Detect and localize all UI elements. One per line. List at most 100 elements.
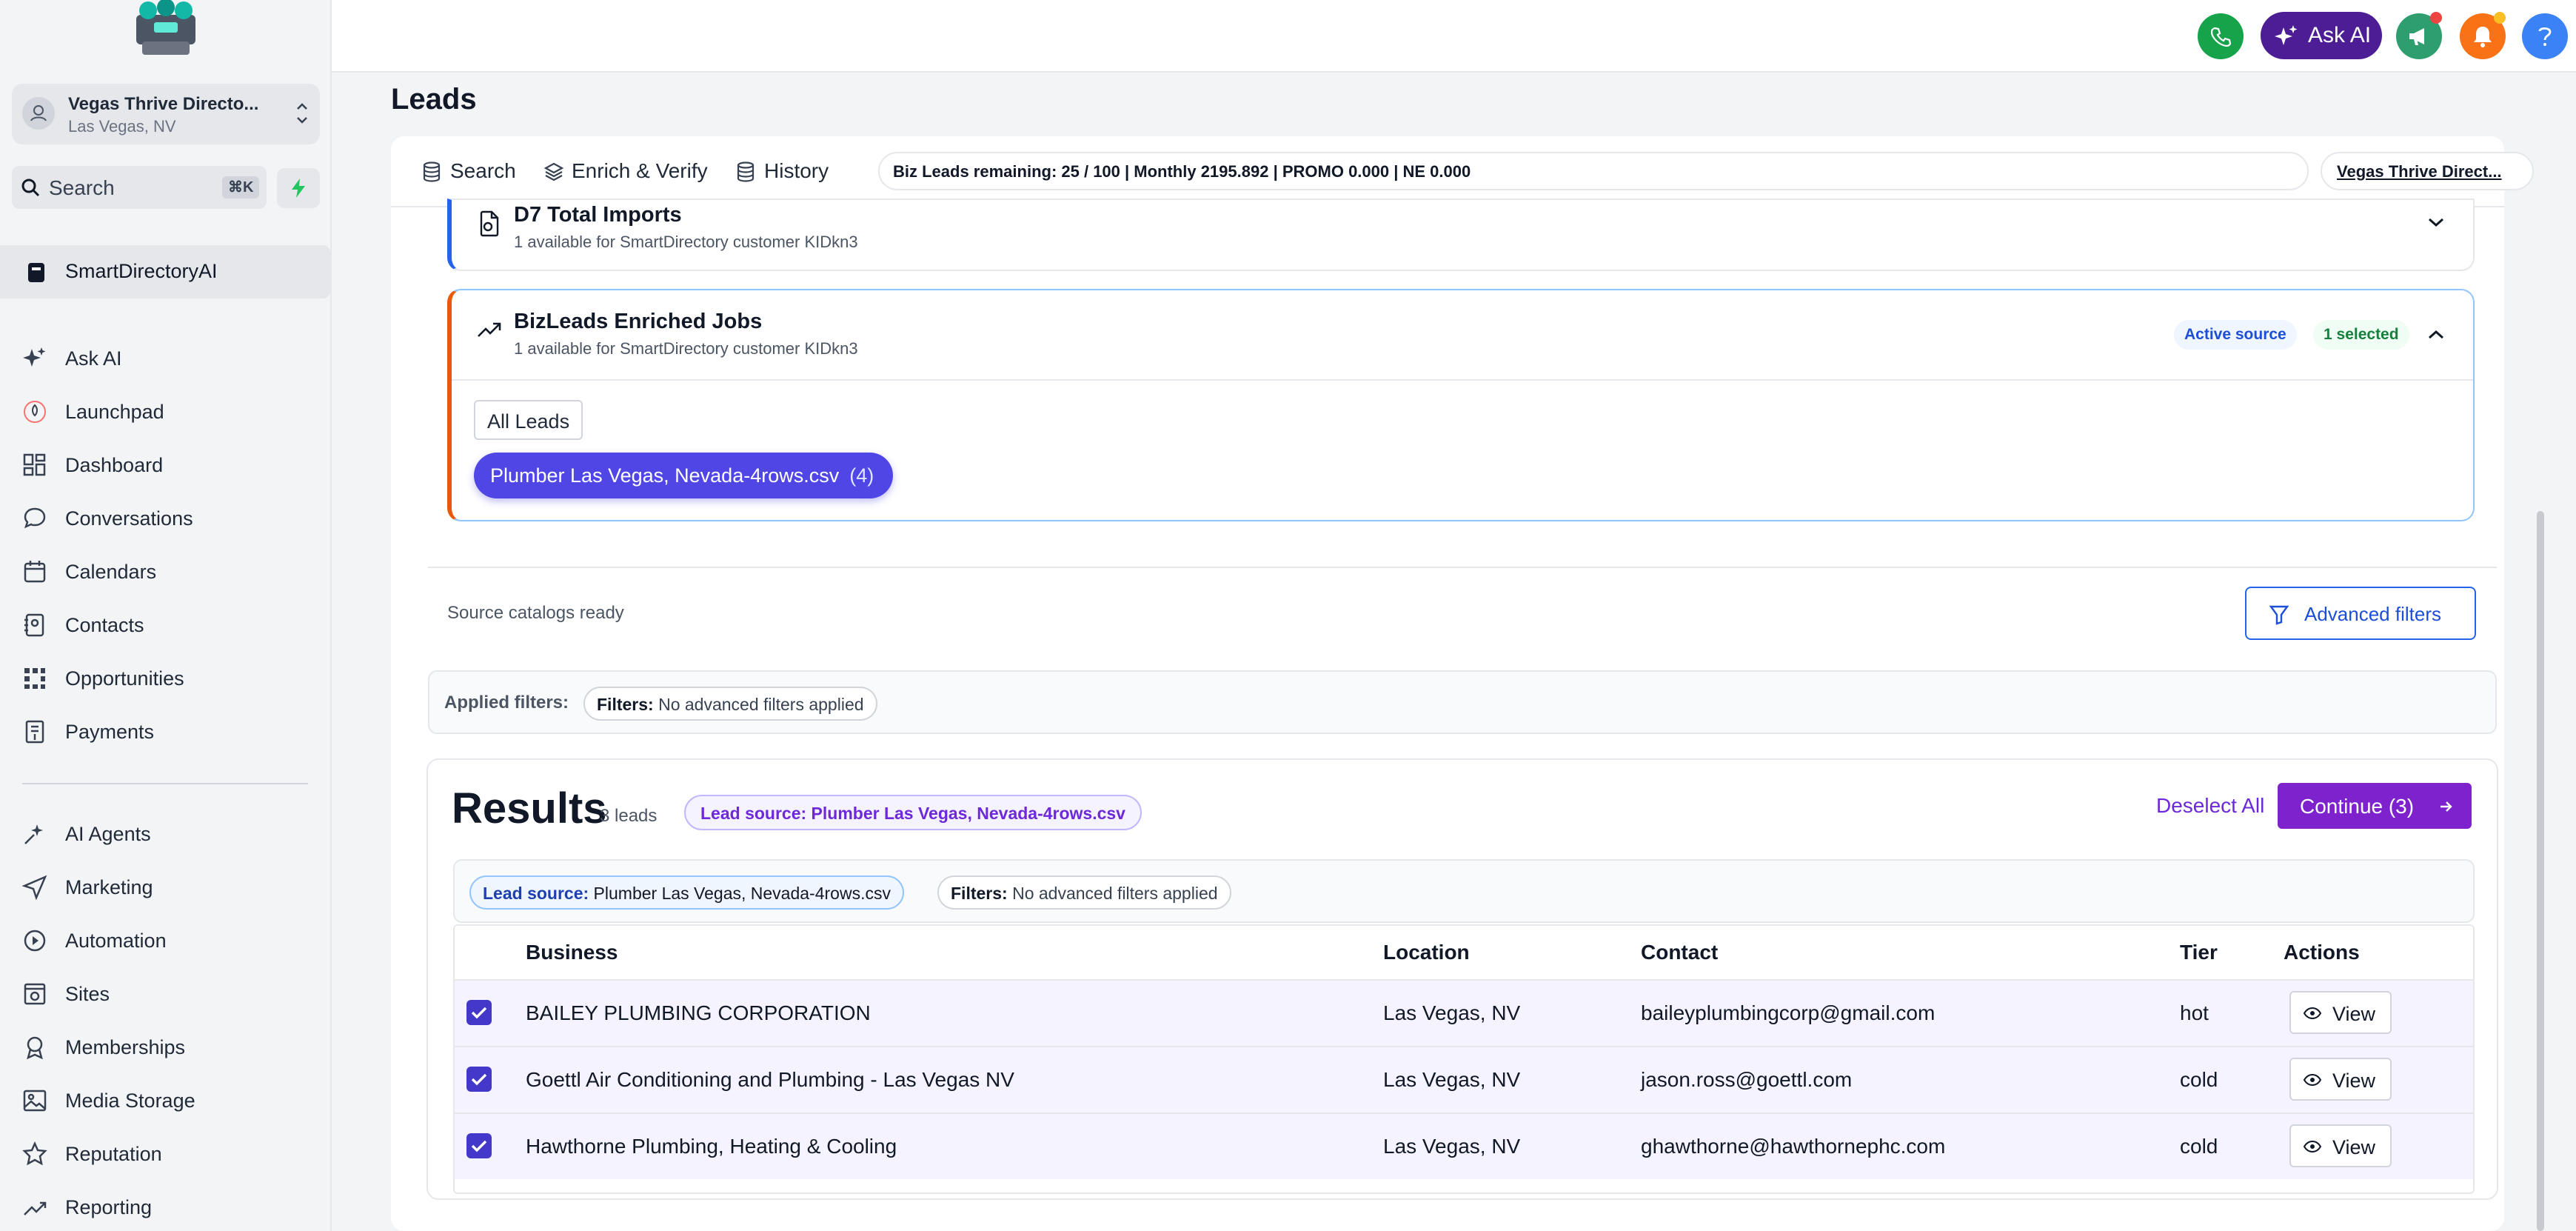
source-card-d7[interactable]: D7 Total Imports 1 available for SmartDi… <box>447 199 2475 271</box>
results-panel: Results 3 leads Lead source: Plumber Las… <box>426 758 2498 1200</box>
catalog-status: Source catalogs ready <box>447 603 624 623</box>
source-subtitle: 1 available for SmartDirectory customer … <box>514 339 858 358</box>
column-header-tier[interactable]: Tier <box>2180 941 2218 964</box>
active-source-badge: Active source <box>2174 320 2297 350</box>
filters-chip: Filters: No advanced filters applied <box>937 875 1231 910</box>
source-card-header[interactable]: BizLeads Enriched Jobs 1 available for S… <box>452 290 2473 381</box>
account-link[interactable]: Vegas Thrive Direct... <box>2321 152 2534 190</box>
notifications-button[interactable] <box>2460 12 2506 59</box>
all-leads-button[interactable]: All Leads <box>474 400 583 440</box>
view-button[interactable]: View <box>2289 1058 2392 1101</box>
advanced-filters-label: Advanced filters <box>2304 603 2441 625</box>
continue-button[interactable]: Continue (3) <box>2278 783 2472 829</box>
quick-action-button[interactable] <box>277 168 320 208</box>
table-row: BAILEY PLUMBING CORPORATION Las Vegas, N… <box>455 979 2473 1046</box>
sidebar-item-contacts[interactable]: Contacts <box>0 602 330 647</box>
continue-label: Continue (3) <box>2300 795 2415 818</box>
account-name: Vegas Thrive Directo... <box>68 94 259 114</box>
sidebar-item-calendars[interactable]: Calendars <box>0 549 330 593</box>
sidebar-item-payments[interactable]: Payments <box>0 709 330 753</box>
view-label: View <box>2332 1070 2376 1092</box>
eye-icon <box>2303 1073 2322 1087</box>
sidebar-item-label: Marketing <box>65 876 153 898</box>
tab-search[interactable]: Search <box>422 157 526 187</box>
sidebar-item-automation[interactable]: Automation <box>0 918 330 962</box>
sidebar-item-dashboard[interactable]: Dashboard <box>0 442 330 487</box>
file-import-icon <box>480 210 499 237</box>
view-button[interactable]: View <box>2289 1124 2392 1167</box>
opportunities-icon <box>24 668 45 689</box>
tab-label: History <box>764 159 829 182</box>
sidebar-item-label: Reputation <box>65 1143 162 1165</box>
sidebar-item-label: Dashboard <box>65 454 164 476</box>
column-header-location[interactable]: Location <box>1383 941 1470 964</box>
quota-status: Biz Leads remaining: 25 / 100 | Monthly … <box>878 152 2309 190</box>
row-checkbox[interactable] <box>466 1067 492 1092</box>
ask-ai-button[interactable]: Ask AI <box>2261 12 2382 59</box>
sidebar-item-label: Sites <box>65 983 110 1005</box>
tab-enrich-verify[interactable]: Enrich & Verify <box>543 157 711 187</box>
selected-count-badge: 1 selected <box>2313 320 2409 350</box>
deselect-all-button[interactable]: Deselect All <box>2156 794 2264 818</box>
contact-cell: ghawthorne@hawthornephc.com <box>1641 1135 1946 1158</box>
sidebar-item-marketing[interactable]: Marketing <box>0 864 330 909</box>
column-header-contact[interactable]: Contact <box>1641 941 1718 964</box>
sidebar-item-reputation[interactable]: Reputation <box>0 1131 330 1175</box>
scrollbar-thumb[interactable] <box>2537 511 2544 1231</box>
sidebar-item-conversations[interactable]: Conversations <box>0 496 330 540</box>
phone-icon <box>2210 27 2231 47</box>
chip-key: Filters: <box>597 695 654 714</box>
calendar-icon <box>24 561 46 583</box>
row-checkbox[interactable] <box>466 1000 492 1025</box>
results-filters-bar: Lead source: Plumber Las Vegas, Nevada-4… <box>453 859 2475 923</box>
column-header-business[interactable]: Business <box>526 941 618 964</box>
layers-icon <box>543 162 564 181</box>
sidebar-item-label: Ask AI <box>65 347 122 370</box>
announcements-button[interactable] <box>2396 12 2442 59</box>
sidebar-divider <box>22 783 308 784</box>
sidebar-item-label: Contacts <box>65 614 144 636</box>
sidebar-item-sites[interactable]: Sites <box>0 971 330 1015</box>
quota-text: Biz Leads remaining: 25 / 100 | Monthly … <box>893 162 1471 181</box>
help-button[interactable] <box>2522 13 2568 59</box>
sidebar-item-label: Calendars <box>65 561 157 583</box>
sidebar-item-memberships[interactable]: Memberships <box>0 1024 330 1069</box>
page-title: Leads <box>391 83 477 116</box>
sparkle-icon <box>23 347 46 367</box>
search-shortcut: ⌘K <box>222 176 260 199</box>
database-icon <box>423 161 441 182</box>
sidebar-item-opportunities[interactable]: Opportunities <box>0 655 330 700</box>
chip-value: Plumber Las Vegas, Nevada-4rows.csv <box>593 884 891 903</box>
sidebar-item-ask-ai[interactable]: Ask AI <box>0 336 330 380</box>
table-row: Hawthorne Plumbing, Heating & Cooling La… <box>455 1112 2473 1179</box>
applied-filters-bar: Applied filters: Filters: No advanced fi… <box>428 670 2497 734</box>
account-location: Las Vegas, NV <box>68 117 176 136</box>
results-title: Results <box>452 784 607 833</box>
row-checkbox[interactable] <box>466 1133 492 1158</box>
trend-up-icon <box>478 322 501 337</box>
sidebar-item-reporting[interactable]: Reporting <box>0 1184 330 1229</box>
view-button[interactable]: View <box>2289 991 2392 1034</box>
bolt-icon <box>292 179 305 198</box>
chip-key: Filters: <box>951 884 1008 903</box>
sidebar-item-label: AI Agents <box>65 823 151 845</box>
sidebar-item-label: Launchpad <box>65 401 164 423</box>
sidebar-item-media-storage[interactable]: Media Storage <box>0 1078 330 1122</box>
account-switcher[interactable]: Vegas Thrive Directo... Las Vegas, NV <box>12 84 320 144</box>
advanced-filters-button[interactable]: Advanced filters <box>2245 587 2476 640</box>
tab-history[interactable]: History <box>736 157 840 187</box>
contact-cell: jason.ross@goettl.com <box>1641 1068 1853 1091</box>
sidebar-search[interactable]: Search ⌘K <box>12 166 267 209</box>
lead-file-count: (4) <box>849 464 874 487</box>
question-icon <box>2538 27 2552 46</box>
arrow-right-icon <box>2440 801 2452 812</box>
sidebar-item-launchpad[interactable]: Launchpad <box>0 389 330 433</box>
sparkle-icon <box>2275 25 2298 45</box>
lead-file-pill[interactable]: Plumber Las Vegas, Nevada-4rows.csv (4) <box>474 453 894 498</box>
phone-button[interactable] <box>2198 13 2244 59</box>
sidebar-item-label: Automation <box>65 930 167 952</box>
section-divider <box>428 567 2497 568</box>
source-subtitle: 1 available for SmartDirectory customer … <box>514 233 858 251</box>
sidebar-item-smartdirectoryai[interactable]: SmartDirectoryAI <box>0 245 330 298</box>
sidebar-item-ai-agents[interactable]: AI Agents <box>0 811 330 855</box>
